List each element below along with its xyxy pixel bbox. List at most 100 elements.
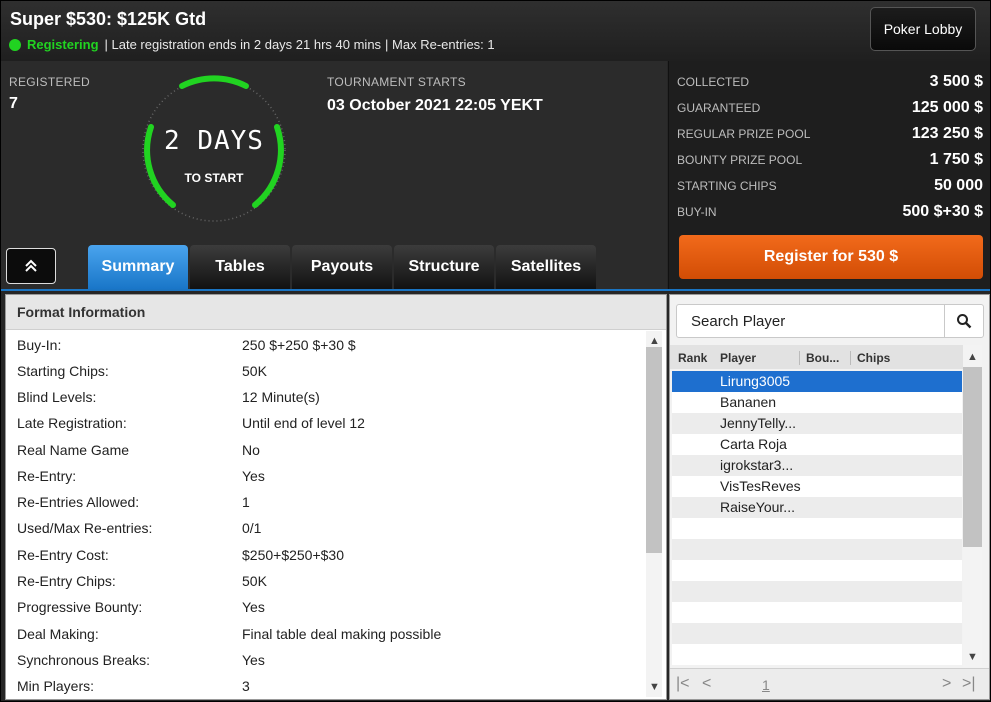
scroll-up-icon[interactable]: ▲ — [649, 335, 660, 347]
format-key: Re-Entry: — [17, 468, 77, 484]
format-information-panel: Format Information Buy-In: 250 $+250 $+30… — [5, 294, 667, 700]
stat-collected: COLLECTED 3 500 $ — [677, 73, 983, 91]
format-value: $250+$250+$30 — [242, 547, 344, 563]
search-player-field[interactable]: Search Player — [676, 304, 984, 338]
format-value: 12 Minute(s) — [242, 389, 320, 405]
header-bar: Super $530: $125K Gtd Registering | Late… — [1, 1, 990, 61]
status-label: Registering — [27, 37, 99, 52]
player-row[interactable]: Carta Roja — [672, 434, 962, 455]
stat-regular-prize-pool: REGULAR PRIZE POOL 123 250 $ — [677, 125, 983, 143]
player-row[interactable]: VisTesReves — [672, 476, 962, 497]
format-heading: Format Information — [6, 295, 666, 330]
format-value: Yes — [242, 652, 265, 668]
search-button[interactable] — [944, 305, 983, 337]
scroll-down-icon[interactable]: ▼ — [967, 651, 978, 663]
format-row: Late Registration: Until end of level 12 — [17, 415, 365, 431]
stat-label: BUY-IN — [677, 205, 717, 219]
player-name: igrokstar3... — [720, 457, 794, 473]
player-name: Lirung3005 — [720, 373, 791, 389]
format-row: Real Name Game No — [17, 442, 260, 458]
column-player[interactable]: Player — [720, 351, 756, 365]
registered-count: 7 — [9, 95, 18, 112]
format-row: Progressive Bounty: Yes — [17, 599, 265, 615]
stat-value: 125 000 $ — [911, 99, 983, 116]
empty-row — [672, 581, 962, 602]
format-value: Yes — [242, 468, 265, 484]
column-rank[interactable]: Rank — [678, 351, 707, 365]
format-key: Used/Max Re-entries: — [17, 520, 153, 536]
prev-page-icon[interactable]: < — [702, 675, 711, 693]
tournament-starts-value: 03 October 2021 22:05 YEKT — [327, 97, 543, 114]
format-row: Deal Making: Final table deal making poss… — [17, 626, 441, 642]
next-page-icon[interactable]: > — [942, 675, 951, 693]
format-value: 50K — [242, 363, 267, 379]
countdown-subtitle: TO START — [184, 171, 244, 185]
stat-value: 3 500 $ — [929, 73, 983, 90]
empty-row — [672, 623, 962, 644]
column-chips[interactable]: Chips — [850, 351, 890, 365]
status-line: Registering | Late registration ends in … — [9, 37, 495, 52]
format-key: Min Players: — [17, 678, 95, 694]
player-name: JennyTelly... — [720, 415, 796, 431]
stat-label: BOUNTY PRIZE POOL — [677, 153, 803, 167]
scroll-up-icon[interactable]: ▲ — [967, 351, 978, 363]
format-row: Starting Chips: 50K — [17, 363, 267, 379]
player-row[interactable]: Lirung3005 — [672, 371, 962, 392]
format-value: 250 $+250 $+30 $ — [242, 337, 356, 353]
format-scroll-thumb[interactable] — [646, 347, 662, 553]
stat-guaranteed: GUARANTEED 125 000 $ — [677, 99, 983, 117]
tournament-starts-label: TOURNAMENT STARTS — [327, 75, 466, 89]
register-button[interactable]: Register for 530 $ — [679, 235, 983, 279]
format-key: Deal Making: — [17, 626, 99, 642]
status-dot-icon — [9, 38, 21, 51]
stat-label: REGULAR PRIZE POOL — [677, 127, 811, 141]
empty-row — [672, 602, 962, 623]
column-bounty[interactable]: Bou... — [799, 351, 839, 365]
pagination: |< < 1 > >| — [670, 668, 989, 699]
format-row: Used/Max Re-entries: 0/1 — [17, 520, 261, 536]
tournament-lobby-window: Super $530: $125K Gtd Registering | Late… — [0, 0, 991, 702]
tab-bar: Summary Tables Payouts Structure Satelli… — [88, 245, 598, 289]
stat-value: 123 250 $ — [911, 125, 983, 142]
first-page-icon[interactable]: |< — [676, 675, 690, 693]
players-panel: Search Player Rank Player Bou... Chips L… — [669, 294, 990, 700]
empty-row — [672, 518, 962, 539]
format-key: Re-Entry Chips: — [17, 573, 116, 589]
player-row[interactable]: igrokstar3... — [672, 455, 962, 476]
tournament-title: Super $530: $125K Gtd — [10, 9, 207, 29]
divider — [1, 289, 990, 291]
search-input[interactable]: Search Player — [691, 313, 785, 330]
tab-satellites[interactable]: Satellites — [496, 245, 596, 289]
format-row: Min Players: 3 — [17, 678, 250, 694]
format-row: Re-Entries Allowed: 1 — [17, 494, 250, 510]
tab-tables[interactable]: Tables — [190, 245, 290, 289]
players-scroll-thumb[interactable] — [963, 367, 982, 547]
tab-summary[interactable]: Summary — [88, 245, 188, 289]
player-name: RaiseYour... — [720, 499, 795, 515]
format-key: Late Registration: — [17, 415, 127, 431]
collapse-button[interactable] — [6, 248, 56, 284]
tab-structure[interactable]: Structure — [394, 245, 494, 289]
chevron-double-up-icon — [25, 259, 37, 272]
player-row[interactable]: Bananen — [672, 392, 962, 413]
poker-lobby-button[interactable]: Poker Lobby — [870, 7, 976, 51]
format-key: Re-Entry Cost: — [17, 547, 109, 563]
format-key: Synchronous Breaks: — [17, 652, 151, 668]
format-row: Buy-In: 250 $+250 $+30 $ — [17, 337, 356, 353]
last-page-icon[interactable]: >| — [962, 675, 976, 693]
format-row: Re-Entry Chips: 50K — [17, 573, 267, 589]
tab-payouts[interactable]: Payouts — [292, 245, 392, 289]
stat-starting-chips: STARTING CHIPS 50 000 — [677, 177, 983, 195]
format-key: Real Name Game — [17, 442, 130, 458]
player-row[interactable]: RaiseYour... — [672, 497, 962, 518]
page-number[interactable]: 1 — [762, 677, 770, 693]
stat-bounty-prize-pool: BOUNTY PRIZE POOL 1 750 $ — [677, 151, 983, 169]
format-row: Re-Entry: Yes — [17, 468, 265, 484]
stat-value: 500 $+30 $ — [902, 203, 983, 220]
scroll-down-icon[interactable]: ▼ — [649, 681, 660, 693]
countdown-value: 2 DAYS — [164, 126, 264, 156]
stat-label: GUARANTEED — [677, 101, 761, 115]
player-row[interactable]: JennyTelly... — [672, 413, 962, 434]
prize-stats-panel: COLLECTED 3 500 $ GUARANTEED 125 000 $ R… — [668, 61, 990, 289]
format-value: 0/1 — [242, 520, 262, 536]
